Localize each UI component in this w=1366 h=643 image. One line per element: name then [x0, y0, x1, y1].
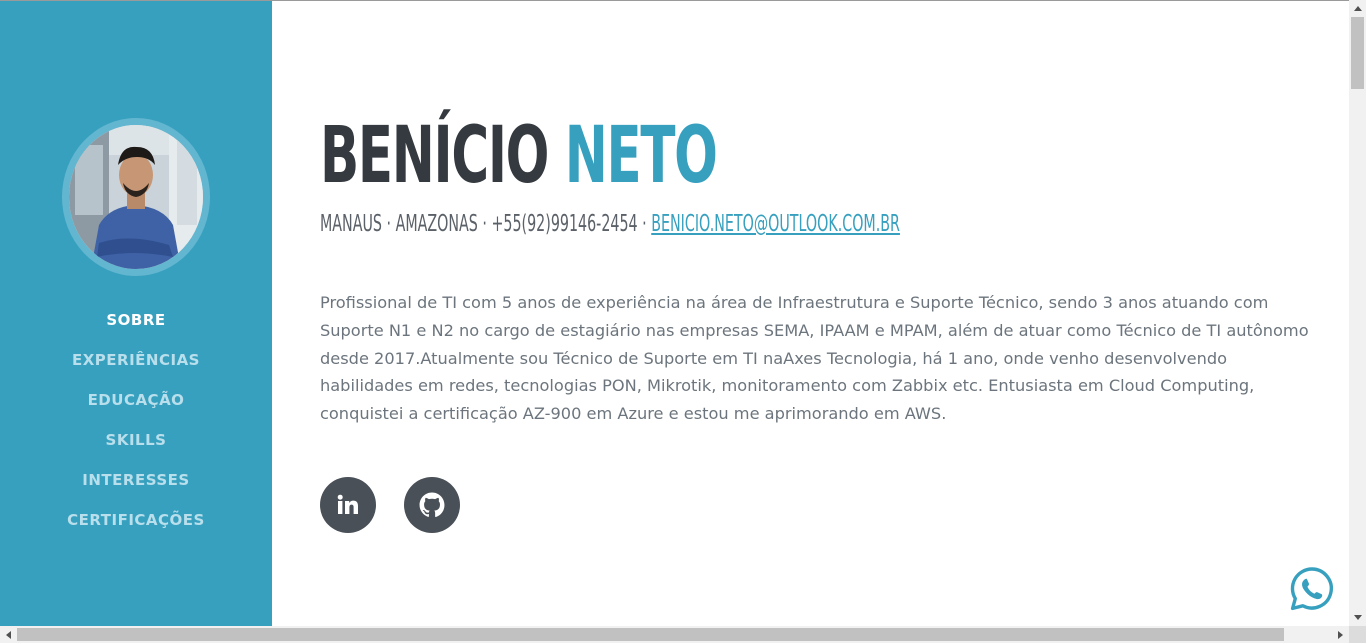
linkedin-button[interactable]: [320, 477, 376, 533]
nav-item-interesses: Interesses: [0, 460, 272, 500]
vertical-scrollbar[interactable]: [1349, 0, 1366, 626]
profile-photo: [69, 125, 203, 269]
sidebar-nav: Sobre Experiências Educação Skills Inter…: [0, 300, 272, 540]
nav-link-skills[interactable]: Skills: [106, 431, 167, 449]
contact-info: Manaus · Amazonas · +55(92)99146-2454 ·: [320, 211, 652, 237]
horizontal-scroll-thumb[interactable]: [17, 628, 1284, 641]
nav-link-interesses[interactable]: Interesses: [82, 471, 189, 489]
sidebar: Sobre Experiências Educação Skills Inter…: [0, 0, 272, 626]
nav-item-experiencias: Experiências: [0, 340, 272, 380]
nav-item-educacao: Educação: [0, 380, 272, 420]
first-name: Benício: [320, 111, 549, 201]
nav-link-sobre[interactable]: Sobre: [106, 311, 165, 329]
contact-line: Manaus · Amazonas · +55(92)99146-2454 · …: [320, 210, 900, 238]
horizontal-scrollbar[interactable]: [0, 626, 1349, 643]
linkedin-icon: [337, 494, 358, 514]
nav-item-sobre: Sobre: [0, 300, 272, 340]
nav-item-skills: Skills: [0, 420, 272, 460]
avatar: [69, 125, 203, 269]
vertical-scroll-thumb[interactable]: [1351, 17, 1364, 89]
scroll-up-arrow-icon[interactable]: [1349, 0, 1366, 17]
bio-text: Profissional de TI com 5 anos de experiê…: [320, 293, 1309, 424]
github-button[interactable]: [404, 477, 460, 533]
social-links: [320, 477, 460, 533]
nav-item-certificacoes: Certificações: [0, 500, 272, 540]
email-link[interactable]: benicio.neto@outlook.com.br: [651, 211, 900, 237]
scroll-right-arrow-icon[interactable]: [1332, 626, 1349, 643]
whatsapp-button[interactable]: [1288, 565, 1336, 613]
last-name: Neto: [564, 111, 718, 201]
scroll-down-arrow-icon[interactable]: [1349, 609, 1366, 626]
nav-link-educacao[interactable]: Educação: [88, 391, 185, 409]
scroll-left-arrow-icon[interactable]: [0, 626, 17, 643]
nav-link-experiencias[interactable]: Experiências: [72, 351, 200, 369]
github-icon: [419, 492, 445, 518]
page-title: Benício Neto: [320, 111, 718, 201]
nav-link-certificacoes[interactable]: Certificações: [67, 511, 205, 529]
whatsapp-icon: [1290, 567, 1333, 611]
avatar-ring: [62, 118, 210, 276]
scrollbar-corner: [1349, 626, 1366, 643]
window-top-border: [0, 0, 1349, 1]
